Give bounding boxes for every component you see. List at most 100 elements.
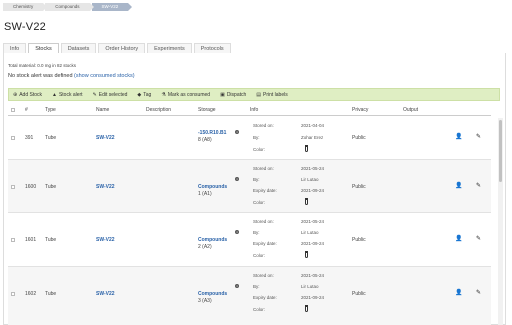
stock-alert-button[interactable]: ▲ Stock alert xyxy=(52,92,83,98)
col-output[interactable]: Output xyxy=(403,107,418,113)
row-name-link[interactable]: SW-V22 xyxy=(96,135,115,141)
row-storage-position: 2 (A2) xyxy=(198,244,212,250)
expiry-value: 2021-09-24 xyxy=(301,241,325,246)
color-label: Color: xyxy=(253,253,266,258)
info-icon[interactable]: i xyxy=(235,177,239,181)
select-all-checkbox[interactable] xyxy=(11,108,15,112)
total-material-text: Total material: 0.0 mg in 82 stocks xyxy=(8,63,77,68)
stock-alert-text: No stock alert was defined xyxy=(8,73,73,79)
tab-bar: Info Stocks Datasets Order History Exper… xyxy=(3,43,233,53)
tab-datasets[interactable]: Datasets xyxy=(60,43,97,53)
tube-icon xyxy=(305,145,308,152)
row-name-link[interactable]: SW-V22 xyxy=(96,237,115,243)
edit-selected-label: Edit selected xyxy=(98,91,128,98)
table-scrollbar[interactable] xyxy=(498,118,503,325)
row-name-link[interactable]: SW-V22 xyxy=(96,184,115,190)
col-storage[interactable]: Storage xyxy=(198,107,216,113)
mark-consumed-label: Mark as consumed xyxy=(167,91,211,98)
info-icon[interactable]: i xyxy=(235,230,239,234)
row-storage-position: 8 (A8) xyxy=(198,137,212,143)
stock-alert-label: Stock alert xyxy=(58,91,83,98)
edit-pencil-icon[interactable]: ✎ xyxy=(476,182,481,189)
stored-on-label: Stored on: xyxy=(253,219,274,224)
breadcrumb-chemistry[interactable]: Chemistry xyxy=(3,3,48,11)
row-privacy: Public xyxy=(352,237,366,243)
row-storage-link[interactable]: -150.R10.B1 xyxy=(198,130,226,136)
info-icon[interactable]: i xyxy=(235,130,239,134)
tab-protocols[interactable]: Protocols xyxy=(193,43,231,53)
tube-icon xyxy=(305,198,308,205)
row-storage-link[interactable]: Compounds xyxy=(198,291,227,297)
color-label: Color: xyxy=(253,200,266,205)
user-icon[interactable]: 👤 xyxy=(455,289,462,296)
by-label: By: xyxy=(253,284,260,289)
row-privacy: Public xyxy=(352,135,366,141)
expiry-value: 2021-09-24 xyxy=(301,295,325,300)
col-type[interactable]: Type xyxy=(45,107,56,113)
row-checkbox[interactable] xyxy=(11,136,15,140)
by-value: Lir Lutao xyxy=(301,284,319,289)
edit-selected-button[interactable]: ✎ Edit selected xyxy=(93,92,128,98)
tab-info[interactable]: Info xyxy=(3,43,27,53)
table-row[interactable]: 1602 Tube SW-V22 i Compounds 3 (A3) Stor… xyxy=(8,267,491,325)
row-type: Tube xyxy=(45,184,57,190)
by-value: Lir Lutao xyxy=(301,230,319,235)
add-stock-button[interactable]: ⊕ Add Stock xyxy=(13,92,42,98)
expiry-label: Expiry date: xyxy=(253,295,277,300)
by-label: By: xyxy=(253,177,260,182)
expiry-label: Expiry date: xyxy=(253,188,277,193)
row-storage-position: 1 (A1) xyxy=(198,191,212,197)
row-type: Tube xyxy=(45,237,57,243)
dispatch-icon: ▣ xyxy=(220,91,225,98)
col-description[interactable]: Description xyxy=(146,107,171,113)
col-privacy[interactable]: Privacy xyxy=(352,107,368,113)
row-checkbox[interactable] xyxy=(11,185,15,189)
stored-on-label: Stored on: xyxy=(253,166,274,171)
table-row[interactable]: 1600 Tube SW-V22 i Compounds 1 (A1) Stor… xyxy=(8,160,491,213)
breadcrumb-compounds[interactable]: Compounds xyxy=(45,3,94,11)
stock-alert-status: No stock alert was defined (show consume… xyxy=(8,73,135,79)
user-icon[interactable]: 👤 xyxy=(455,235,462,242)
row-checkbox[interactable] xyxy=(11,292,15,296)
by-value: Lir Lutao xyxy=(301,177,319,182)
stored-on-value: 2021-04-04 xyxy=(301,123,325,128)
row-privacy: Public xyxy=(352,184,366,190)
dispatch-button[interactable]: ▣ Dispatch xyxy=(220,92,246,98)
tab-stocks[interactable]: Stocks xyxy=(28,43,59,53)
edit-pencil-icon[interactable]: ✎ xyxy=(476,235,481,242)
tube-icon xyxy=(305,305,308,312)
row-name-link[interactable]: SW-V22 xyxy=(96,291,115,297)
col-number[interactable]: # xyxy=(25,107,28,113)
print-labels-button[interactable]: ▤ Print labels xyxy=(256,92,287,98)
row-number: 1602 xyxy=(25,291,37,297)
tag-button[interactable]: ◆ Tag xyxy=(137,92,151,98)
show-consumed-link[interactable]: (show consumed stocks) xyxy=(74,73,135,79)
row-storage-position: 3 (A3) xyxy=(198,298,212,304)
edit-pencil-icon[interactable]: ✎ xyxy=(476,133,481,140)
row-storage-link[interactable]: Compounds xyxy=(198,184,227,190)
scrollbar-thumb[interactable] xyxy=(499,120,502,182)
tab-experiments[interactable]: Experiments xyxy=(147,43,192,53)
print-labels-label: Print labels xyxy=(263,91,288,98)
row-number: 1601 xyxy=(25,237,37,243)
info-icon[interactable]: i xyxy=(235,284,239,288)
table-row[interactable]: 1601 Tube SW-V22 i Compounds 2 (A2) Stor… xyxy=(8,213,491,267)
mark-consumed-button[interactable]: ⚗ Mark as consumed xyxy=(161,92,210,98)
tab-order-history[interactable]: Order History xyxy=(98,43,146,53)
color-label: Color: xyxy=(253,147,266,152)
stored-on-label: Stored on: xyxy=(253,123,274,128)
plus-circle-icon: ⊕ xyxy=(13,91,18,98)
color-label: Color: xyxy=(253,307,266,312)
col-info[interactable]: Info xyxy=(250,107,258,113)
col-name[interactable]: Name xyxy=(96,107,109,113)
row-checkbox[interactable] xyxy=(11,238,15,242)
user-icon[interactable]: 👤 xyxy=(455,182,462,189)
expiry-label: Expiry date: xyxy=(253,241,277,246)
tag-label: Tag xyxy=(143,91,152,98)
by-label: By: xyxy=(253,135,260,140)
table-row[interactable]: 391 Tube SW-V22 -150.R10.B1 i 8 (A8) Sto… xyxy=(8,116,491,160)
user-icon[interactable]: 👤 xyxy=(455,133,462,140)
edit-pencil-icon[interactable]: ✎ xyxy=(476,289,481,296)
row-storage-link[interactable]: Compounds xyxy=(198,237,227,243)
page-title: SW-V22 xyxy=(4,21,46,33)
